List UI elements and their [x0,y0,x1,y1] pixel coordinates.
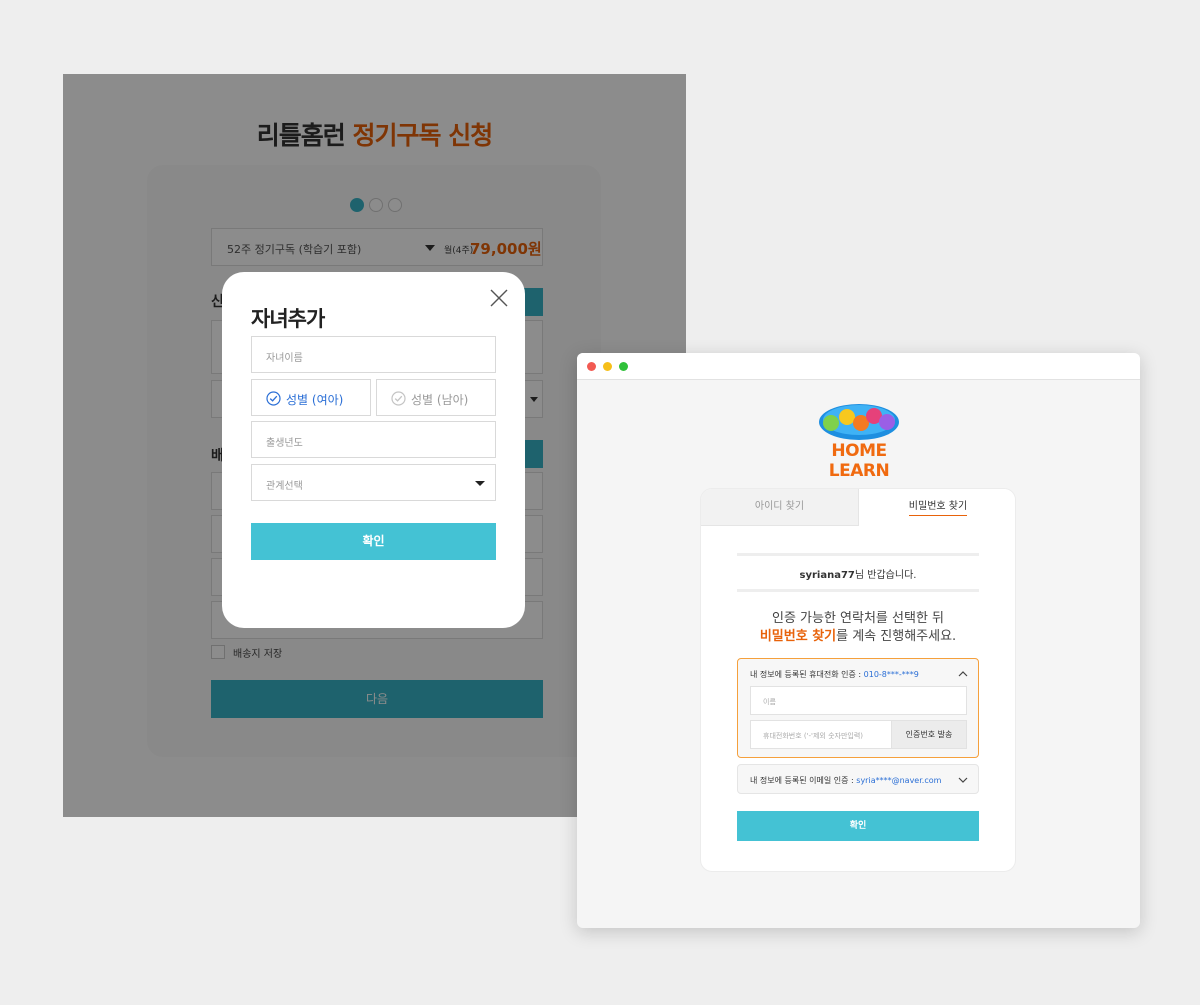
email-auth-label: 내 정보에 등록된 이메일 인증 : [750,776,857,785]
child-name-placeholder: 자녀이름 [266,353,303,364]
modal-confirm-button[interactable]: 확인 [251,523,496,560]
tab-find-password-label: 비밀번호 찾기 [908,501,968,516]
close-window-icon[interactable] [587,362,596,371]
gender-male-label: 성별 (남아) [411,393,469,407]
phone-auth-header[interactable]: 내 정보에 등록된 휴대전화 인증 : 010-8***-***9 [750,669,919,680]
logo-badge-icon [819,404,899,440]
email-masked: syria****@naver.com [856,776,942,785]
auth-phone-placeholder: 휴대전화번호 ('-'제외 숫자만입력) [763,732,864,740]
birth-year-placeholder: 출생년도 [266,438,303,449]
child-name-input[interactable]: 자녀이름 [251,336,496,373]
browser-title-bar [577,353,1140,380]
close-icon[interactable] [488,287,510,309]
phone-masked: 010-8***-***9 [863,670,919,679]
chevron-down-icon [958,777,968,783]
instruction-line-2: 비밀번호 찾기를 계속 진행해주세요. [701,625,1015,644]
little-home-learn-logo: HOME LEARN [799,401,919,481]
find-password-confirm-button[interactable]: 확인 [737,811,979,841]
greeting-username: syriana77 [799,570,855,581]
gender-male-radio[interactable]: 성별 (남아) [376,379,496,416]
relation-placeholder: 관계선택 [266,481,303,492]
birth-year-input[interactable]: 출생년도 [251,421,496,458]
phone-auth-label: 내 정보에 등록된 휴대전화 인증 : [750,670,864,679]
maximize-window-icon[interactable] [619,362,628,371]
relation-select[interactable]: 관계선택 [251,464,496,501]
divider-bottom [737,589,979,592]
modal-title: 자녀추가 [251,307,325,331]
check-circle-icon [266,391,281,406]
tab-find-id[interactable]: 아이디 찾기 [701,489,859,526]
caret-down-icon [475,481,485,486]
email-auth-panel[interactable]: 내 정보에 등록된 이메일 인증 : syria****@naver.com [737,764,979,794]
tab-find-password[interactable]: 비밀번호 찾기 [859,489,1015,526]
auth-phone-input[interactable]: 휴대전화번호 ('-'제외 숫자만입력) 인증번호 발송 [750,720,967,749]
logo-wordmark: HOME LEARN [828,441,890,481]
gender-female-label: 성별 (여아) [286,393,344,407]
send-code-button[interactable]: 인증번호 발송 [891,721,966,748]
minimize-window-icon[interactable] [603,362,612,371]
check-circle-icon [391,391,406,406]
phone-auth-panel: 내 정보에 등록된 휴대전화 인증 : 010-8***-***9 이름 휴대전… [737,658,979,758]
email-auth-header: 내 정보에 등록된 이메일 인증 : syria****@naver.com [750,775,941,786]
greeting-suffix: 님 반갑습니다. [854,570,917,581]
add-child-modal: 자녀추가 자녀이름 성별 (여아) 성별 (남아) 출생년도 관계선택 확인 [222,272,525,628]
browser-window: HOME LEARN 아이디 찾기 비밀번호 찾기 syriana77님 반갑습… [577,353,1140,928]
find-account-card: 아이디 찾기 비밀번호 찾기 syriana77님 반갑습니다. 인증 가능한 … [700,488,1016,872]
instruction-accent: 비밀번호 찾기 [759,629,837,644]
auth-name-input[interactable]: 이름 [750,686,967,715]
gender-female-radio[interactable]: 성별 (여아) [251,379,371,416]
auth-name-placeholder: 이름 [763,698,776,706]
instruction-line-1: 인증 가능한 연락처를 선택한 뒤 [771,611,944,626]
greeting: syriana77님 반갑습니다. [737,566,979,581]
divider-top [737,553,979,556]
instruction-rest: 를 계속 진행해주세요. [836,629,957,644]
chevron-up-icon[interactable] [958,670,968,678]
